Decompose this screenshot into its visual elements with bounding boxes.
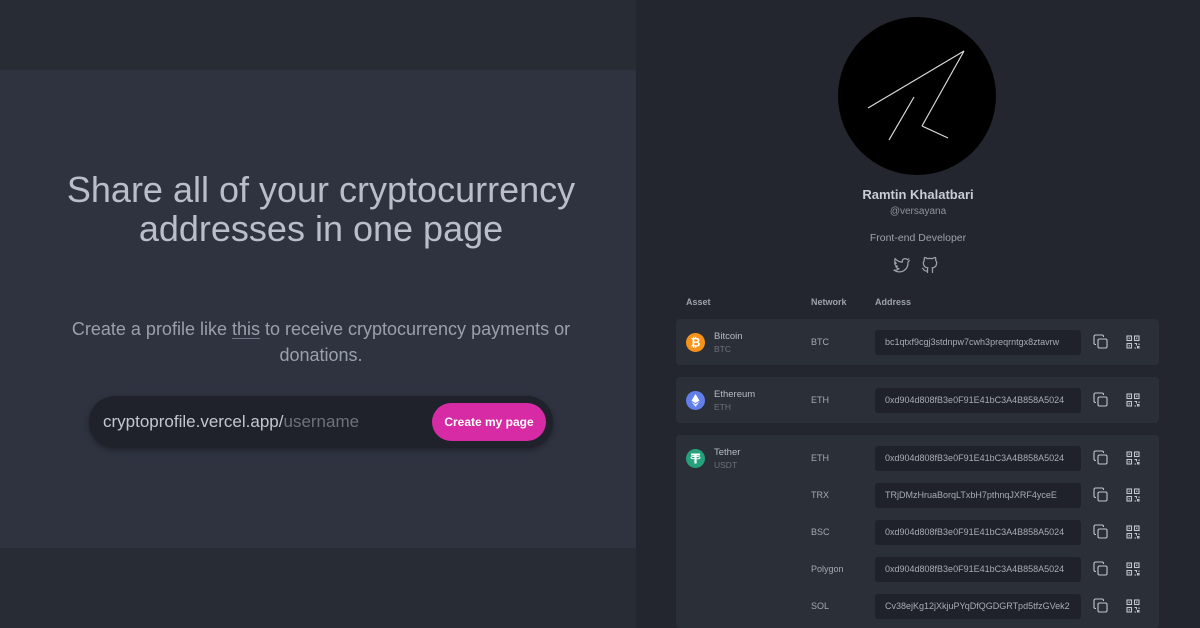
network-label: SOL: [811, 601, 830, 611]
landing-panel: Share all of your cryptocurrency address…: [0, 0, 636, 628]
username-url-field[interactable]: cryptoprofile.vercel.app/username Create…: [89, 396, 553, 448]
address-field[interactable]: 0xd904d808fB3e0F91E41bC3A4B858A5024: [875, 557, 1081, 582]
subline-text-start: Create a profile like: [71, 319, 232, 339]
create-my-page-button[interactable]: Create my page: [432, 403, 546, 441]
qr-code-icon[interactable]: [1125, 524, 1141, 540]
hero-subline: Create a profile like this to receive cr…: [40, 316, 602, 368]
asset-code: USDT: [714, 460, 738, 470]
address-field[interactable]: 0xd904d808fB3e0F91E41bC3A4B858A5024: [875, 388, 1081, 413]
profile-role: Front-end Developer: [869, 232, 967, 244]
top-band: [0, 0, 636, 70]
copy-icon[interactable]: [1093, 487, 1109, 503]
network-label: BSC: [811, 527, 830, 537]
header-network: Network: [811, 297, 847, 307]
avatar: [838, 17, 996, 175]
hero-headline: Share all of your cryptocurrency address…: [66, 169, 576, 249]
profile-preview: Ramtin Khalatbari @versayana Front-end D…: [636, 0, 1200, 628]
copy-icon[interactable]: [1093, 334, 1109, 350]
network-label: Polygon: [811, 564, 844, 574]
qr-code-icon[interactable]: [1125, 487, 1141, 503]
subline-text-end: to receive cryptocurrency payments or do…: [259, 319, 571, 365]
address-field[interactable]: 0xd904d808fB3e0F91E41bC3A4B858A5024: [875, 520, 1081, 545]
profile-name: Ramtin Khalatbari: [862, 187, 974, 202]
hero-section: [0, 70, 636, 548]
avatar-logo-icon: [867, 50, 965, 141]
copy-icon[interactable]: [1093, 450, 1109, 466]
qr-code-icon[interactable]: [1125, 598, 1141, 614]
address-field[interactable]: TRjDMzHruaBorqLTxbH7pthnqJXRF4yceE: [875, 483, 1081, 508]
bottom-band: [0, 548, 636, 628]
social-links: [891, 255, 945, 275]
profile-handle: @versayana: [889, 206, 947, 217]
copy-icon[interactable]: [1093, 561, 1109, 577]
username-placeholder[interactable]: username: [283, 412, 359, 431]
asset-name: Bitcoin: [714, 331, 743, 342]
svg-text:₿: ₿: [691, 336, 701, 350]
asset-code: BTC: [714, 344, 731, 354]
tether-icon: [686, 449, 705, 468]
qr-code-icon[interactable]: [1125, 450, 1141, 466]
asset-card-tether: Tether USDT ETH 0xd904d808fB3e0F91E41bC3…: [676, 435, 1159, 628]
network-label: ETH: [811, 395, 829, 405]
twitter-icon[interactable]: [891, 255, 911, 275]
url-prefix: cryptoprofile.vercel.app/: [103, 412, 284, 431]
asset-name: Ethereum: [714, 389, 756, 400]
qr-code-icon[interactable]: [1125, 392, 1141, 408]
github-icon[interactable]: [920, 255, 940, 275]
asset-card-ethereum: Ethereum ETH ETH 0xd904d808fB3e0F91E41bC…: [676, 377, 1159, 423]
asset-card-bitcoin: ₿ Bitcoin BTC BTC bc1qtxf9cgj3stdnpw7cwh…: [676, 319, 1159, 365]
address-field[interactable]: bc1qtxf9cgj3stdnpw7cwh3preqrntgx8ztavrw: [875, 330, 1081, 355]
copy-icon[interactable]: [1093, 392, 1109, 408]
bitcoin-icon: ₿: [686, 333, 705, 352]
header-asset: Asset: [686, 297, 711, 307]
asset-code: ETH: [714, 402, 731, 412]
qr-code-icon[interactable]: [1125, 561, 1141, 577]
copy-icon[interactable]: [1093, 598, 1109, 614]
url-input[interactable]: cryptoprofile.vercel.app/username: [103, 396, 359, 448]
example-profile-link[interactable]: this: [232, 319, 260, 339]
network-label: TRX: [811, 490, 829, 500]
address-field[interactable]: Cv38ejKg12jXkjuPYqDfQGDGRTpd5tfzGVek2: [875, 594, 1081, 619]
ethereum-icon: [686, 391, 705, 410]
header-address: Address: [875, 297, 912, 307]
network-label: BTC: [811, 337, 829, 347]
address-field[interactable]: 0xd904d808fB3e0F91E41bC3A4B858A5024: [875, 446, 1081, 471]
asset-name: Tether: [714, 447, 741, 458]
qr-code-icon[interactable]: [1125, 334, 1141, 350]
copy-icon[interactable]: [1093, 524, 1109, 540]
network-label: ETH: [811, 453, 829, 463]
